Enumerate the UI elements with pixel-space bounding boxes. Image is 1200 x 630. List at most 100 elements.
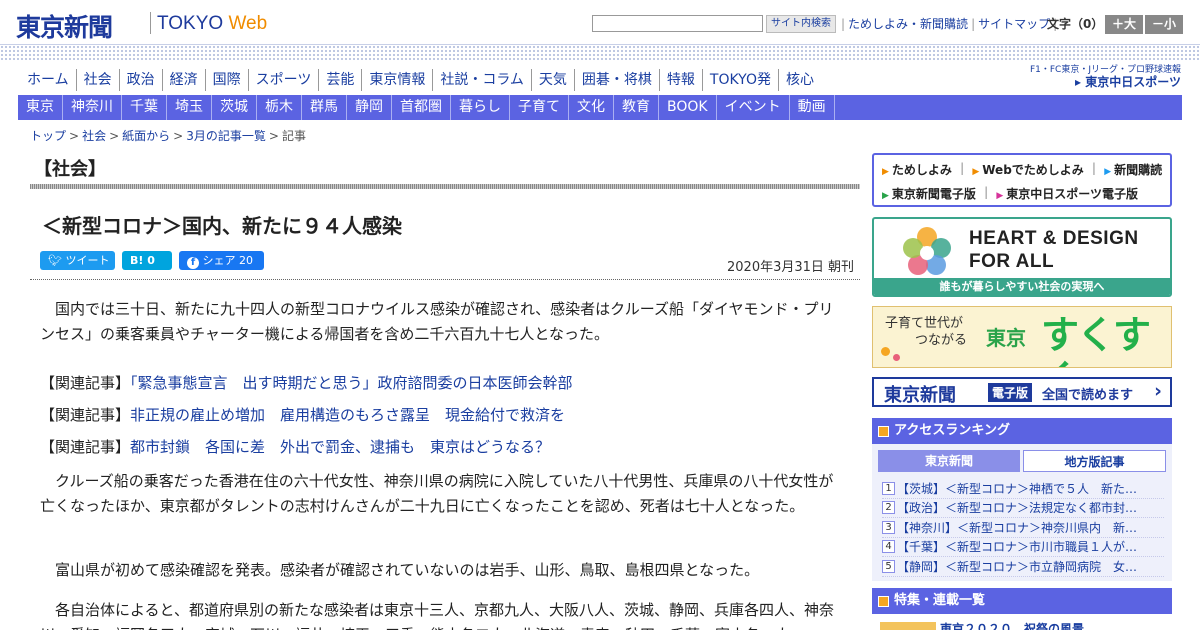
nav-primary-item[interactable]: スポーツ — [249, 69, 320, 91]
search-button[interactable]: サイト内検索 — [766, 15, 836, 33]
trial-link[interactable]: ▶ ためしよみ — [882, 161, 952, 178]
font-smaller-button[interactable]: －小 — [1145, 15, 1183, 34]
related-article-2: 【関連記事】非正規の雇止め増加 雇用構造のもろさ露呈 現金給付で救済を — [40, 404, 565, 425]
triangle-icon: ▶ — [1104, 167, 1112, 177]
header-pattern-band — [0, 44, 1200, 62]
related-link-1[interactable]: 「緊急事態宣言 出す時期だと思う」政府諮問委の日本医師会幹部 — [130, 374, 573, 392]
nav-regional-item[interactable]: 教育 — [614, 95, 659, 120]
breadcrumb-separator: > — [109, 129, 120, 143]
nav-primary-item[interactable]: 天気 — [532, 69, 575, 91]
heart-design-title: HEART & DESIGN FOR ALL — [969, 227, 1139, 273]
tab-regional-articles[interactable]: 地方版記事 — [1023, 450, 1166, 472]
nav-primary-item[interactable]: 囲碁・将棋 — [575, 69, 660, 91]
rank-number: 2 — [882, 501, 895, 515]
breadcrumb-item[interactable]: 社会 — [82, 129, 106, 143]
sukusuku-banner[interactable]: 子育て世代がつながる 東京 すくすく — [872, 306, 1172, 368]
nav-regional-item[interactable]: 首都圏 — [392, 95, 451, 120]
nav-primary-item[interactable]: 社会 — [77, 69, 120, 91]
site-logo-en[interactable]: TOKYO Web — [157, 13, 267, 35]
related-link-2[interactable]: 非正規の雇止め増加 雇用構造のもろさ露呈 現金給付で救済を — [130, 406, 565, 424]
nav-regional-item[interactable]: 群馬 — [302, 95, 347, 120]
section-label: 【社会】 — [34, 159, 106, 180]
sukusuku-tagline: 子育て世代がつながる — [885, 315, 967, 349]
nav-regional-item[interactable]: 静岡 — [347, 95, 392, 120]
related-link-3[interactable]: 都市封鎖 各国に差 外出で罰金、逮捕も 東京はどうなる？ — [130, 438, 550, 456]
hatena-bookmark-button[interactable]: B! 0 — [122, 251, 172, 270]
triangle-icon: ▶ — [882, 191, 889, 201]
related-label: 【関連記事】 — [40, 374, 131, 392]
ranking-item[interactable]: 3 【神奈川】＜新型コロナ＞神奈川県内 新… — [882, 518, 1164, 538]
chunichi-epaper-link[interactable]: ▶ 東京中日スポーツ電子版 — [996, 185, 1138, 202]
epaper-link-label: 東京新聞電子版 — [891, 187, 976, 201]
trial-link-label: ためしよみ — [891, 163, 952, 177]
ranking-item[interactable]: 5 【静岡】＜新型コロナ＞市立静岡病院 女… — [882, 557, 1164, 577]
related-label: 【関連記事】 — [40, 406, 131, 424]
flower-icon — [881, 347, 890, 356]
logo-web: Web — [228, 13, 268, 34]
heart-design-banner[interactable]: HEART & DESIGN FOR ALL 誰もが暮らしやすい社会の実現へ — [872, 217, 1172, 297]
article-paragraph-2: クルーズ船の乗客だった香港在住の六十代女性、神奈川県の病院に入院していた八十代男… — [40, 472, 834, 515]
nav-regional-item[interactable]: 文化 — [569, 95, 614, 120]
ranking-item-title: 【茨城】＜新型コロナ＞神栖で５人 新た… — [897, 481, 1138, 496]
facebook-share-label: シェア 20 — [202, 254, 254, 267]
trial-subscribe-link[interactable]: ためしよみ・新聞購読 — [848, 17, 968, 31]
ranking-item[interactable]: 2 【政治】＜新型コロナ＞法規定なく都市封… — [882, 499, 1164, 518]
nav-primary-item[interactable]: 東京情報 — [362, 69, 434, 91]
epaper-banner[interactable]: 東京新聞 電子版 全国で読めます › — [872, 377, 1172, 407]
ranking-item[interactable]: 1 【茨城】＜新型コロナ＞神栖で５人 新た… — [882, 479, 1164, 499]
nav-regional-item[interactable]: 暮らし — [451, 95, 510, 120]
article-paragraph-1: 国内では三十日、新たに九十四人の新型コロナウイルス感染が確認され、感染者はクルー… — [40, 300, 834, 343]
subscribe-link[interactable]: ▶ 新聞購読 — [1104, 161, 1162, 178]
web-trial-link[interactable]: ▶ Webでためしよみ — [972, 161, 1083, 178]
nav-regional-item[interactable]: 動画 — [790, 95, 835, 120]
breadcrumb-item[interactable]: 3月の記事一覧 — [186, 129, 266, 143]
primary-nav: ホーム 社会 政治 経済 国際 スポーツ 芸能 東京情報 社説・コラム 天気 囲碁・将棋 特報 TOKY… — [20, 69, 821, 91]
nav-regional-item[interactable]: 栃木 — [257, 95, 302, 120]
square-bullet-icon — [878, 426, 889, 437]
nav-regional-item[interactable]: イベント — [717, 95, 790, 120]
rank-number: 4 — [882, 540, 895, 554]
ranking-item[interactable]: 4 【千葉】＜新型コロナ＞市川市職員１人が… — [882, 538, 1164, 557]
nav-regional-item[interactable]: 茨城 — [212, 95, 257, 120]
tab-tokyo-shimbun[interactable]: 東京新聞 — [878, 450, 1020, 472]
nav-regional-item[interactable]: 東京 — [18, 95, 63, 120]
sukusuku-city: 東京 — [986, 326, 1026, 350]
breadcrumb-item[interactable]: トップ — [30, 129, 66, 143]
feature-thumbnail[interactable] — [880, 622, 936, 630]
nav-regional-item[interactable]: BOOK — [659, 95, 717, 120]
nav-primary-item[interactable]: ホーム — [20, 69, 77, 91]
heart-design-line2: FOR ALL — [969, 251, 1055, 272]
feature-item-link[interactable]: 東京２０２０ 祝祭の風景 — [940, 620, 1084, 630]
chunichi-sports-link[interactable]: F1・FC東京・Jリーグ・プロ野球速報 ▸ 東京中日スポーツ — [1026, 64, 1181, 88]
nav-primary-item[interactable]: 経済 — [163, 69, 206, 91]
nav-primary-item[interactable]: 核心 — [779, 69, 821, 91]
section-rule — [30, 184, 860, 189]
ranking-item-title: 【神奈川】＜新型コロナ＞神奈川県内 新… — [897, 520, 1138, 535]
nav-primary-item[interactable]: 政治 — [120, 69, 163, 91]
site-header: 東京新聞 TOKYO Web サイト内検索 | ためしよみ・新聞購読 | サイトマップ… — [0, 0, 1200, 46]
nav-primary-item[interactable]: 特報 — [660, 69, 703, 91]
breadcrumb-item: 記事 — [281, 129, 306, 143]
facebook-share-button[interactable]: f シェア 20 — [179, 251, 264, 270]
nav-regional-item[interactable]: 神奈川 — [63, 95, 122, 120]
heart-design-line1: HEART & DESIGN — [969, 228, 1139, 249]
nav-regional-item[interactable]: 千葉 — [122, 95, 167, 120]
tweet-button[interactable]: 🐦︎ ツイート — [40, 251, 115, 270]
sukusuku-tagline-2: つながる — [915, 333, 968, 348]
nav-primary-item[interactable]: 芸能 — [319, 69, 363, 91]
article-paragraph-4: 各自治体によると、都道府県別の新たな感染者は東京十三人、京都九人、大阪八人、茨城… — [40, 601, 834, 630]
article-paragraph-3: 富山県が初めて感染確認を発表。感染者が確認されていないのは岩手、山形、鳥取、島根… — [55, 561, 760, 579]
epaper-link[interactable]: ▶ 東京新聞電子版 — [882, 185, 976, 202]
nav-primary-item[interactable]: 国際 — [206, 69, 249, 91]
nav-primary-item[interactable]: 社説・コラム — [433, 69, 532, 91]
nav-regional-item[interactable]: 子育て — [510, 95, 569, 120]
nav-primary-item[interactable]: TOKYO発 — [703, 69, 779, 91]
sukusuku-tagline-1: 子育て世代が — [885, 316, 964, 331]
breadcrumb-item[interactable]: 紙面から — [122, 129, 170, 143]
search-input[interactable] — [592, 15, 763, 32]
font-larger-button[interactable]: ＋大 — [1105, 15, 1143, 34]
sitemap-link[interactable]: サイトマップ — [978, 17, 1050, 31]
nav-regional-item[interactable]: 埼玉 — [167, 95, 212, 120]
link-separator: | — [959, 161, 965, 175]
site-logo[interactable]: 東京新聞 — [16, 8, 113, 44]
